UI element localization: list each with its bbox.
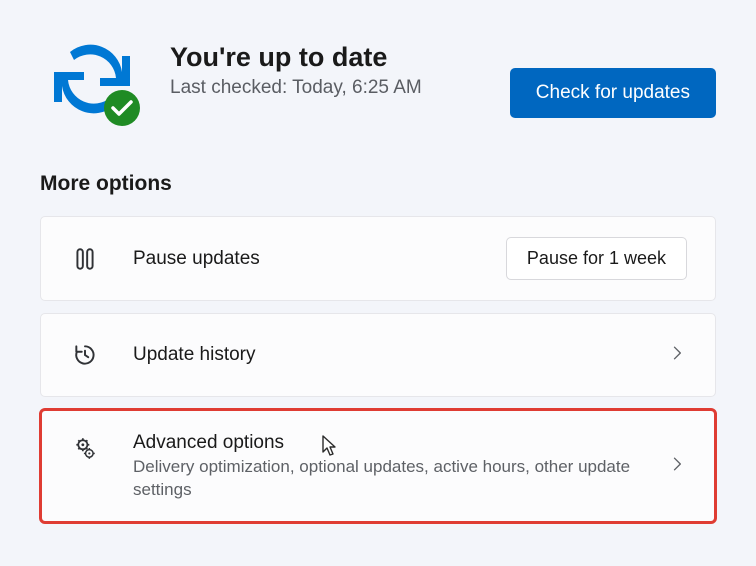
chevron-right-icon xyxy=(667,343,687,368)
pause-updates-row[interactable]: Pause updates Pause for 1 week xyxy=(40,216,716,301)
pause-for-1-week-button[interactable]: Pause for 1 week xyxy=(506,237,687,280)
advanced-options-row[interactable]: Advanced options Delivery optimization, … xyxy=(40,409,716,523)
status-last-checked: Last checked: Today, 6:25 AM xyxy=(170,75,484,102)
history-icon xyxy=(69,339,101,371)
gears-icon xyxy=(69,432,101,464)
update-status-icon xyxy=(40,30,144,128)
chevron-right-icon xyxy=(667,454,687,479)
pause-updates-label: Pause updates xyxy=(133,248,474,270)
more-options-heading: More options xyxy=(40,172,716,196)
pause-icon xyxy=(69,243,101,275)
status-title: You're up to date xyxy=(170,42,484,73)
advanced-options-label: Advanced options xyxy=(133,432,635,454)
update-history-label: Update history xyxy=(133,344,635,366)
advanced-options-description: Delivery optimization, optional updates,… xyxy=(133,456,635,502)
check-for-updates-button[interactable]: Check for updates xyxy=(510,68,716,118)
update-history-row[interactable]: Update history xyxy=(40,313,716,397)
